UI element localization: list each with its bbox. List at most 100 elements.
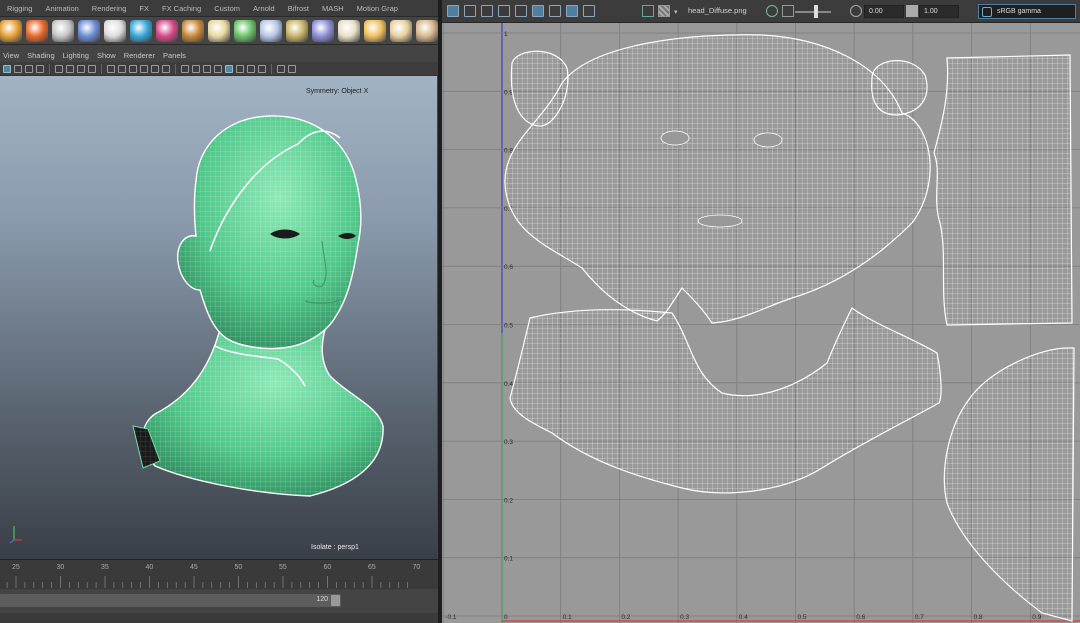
uv-toggle-filter-icon[interactable] — [566, 5, 578, 17]
uv-u-label: 0.8 — [974, 614, 983, 621]
panel-menu-panels[interactable]: Panels — [160, 51, 191, 60]
ambient-occlusion-icon[interactable] — [181, 64, 189, 73]
color-management-icon[interactable] — [766, 5, 778, 17]
range-slider-track[interactable] — [0, 594, 341, 607]
range-end-value: 120 — [316, 596, 328, 603]
exposure-icon[interactable] — [782, 5, 794, 17]
panel-menu-show[interactable]: Show — [94, 51, 121, 60]
range-slider-handle[interactable] — [331, 595, 340, 606]
spot-light-icon[interactable] — [364, 19, 386, 42]
uv-v-label: 0.5 — [504, 323, 513, 330]
exposure-slider-knob[interactable] — [814, 5, 818, 18]
uv-dim-image-icon[interactable] — [515, 5, 527, 17]
shelf-tab-bar: Rigging Animation Rendering FX FX Caching Cus… — [0, 0, 438, 17]
lights-icon[interactable] — [151, 64, 159, 73]
exposure-slider-track[interactable] — [795, 11, 831, 13]
skydome-icon[interactable] — [390, 19, 412, 42]
area-light-icon[interactable] — [416, 19, 438, 42]
uv-checker-icon[interactable] — [481, 5, 493, 17]
smooth-shade-icon[interactable] — [118, 64, 126, 73]
uv-image-icon[interactable] — [498, 5, 510, 17]
shelf-tab[interactable]: MASH — [315, 4, 350, 13]
motion-blur-icon[interactable] — [192, 64, 200, 73]
ik-icon[interactable] — [52, 19, 74, 42]
shelf-tab[interactable]: Rendering — [85, 4, 133, 13]
toolbar-separator — [49, 63, 50, 74]
texture-dropdown-arrow-icon[interactable]: ▾ — [674, 8, 678, 16]
particle-icon[interactable] — [260, 19, 282, 42]
uv-canvas[interactable]: 1 0.9 0.8 0.7 0.6 0.5 0.4 0.3 0.2 0.1 -0.1 0 0.1 0.2 0… — [442, 23, 1080, 623]
image-plane-icon[interactable] — [36, 64, 44, 73]
checker-display-icon[interactable] — [658, 5, 670, 17]
timeline-frame-label: 35 — [101, 564, 109, 571]
camera-attributes-icon[interactable] — [14, 64, 22, 73]
uv-grid-icon[interactable] — [532, 5, 544, 17]
uv-v-label: 1 — [504, 31, 508, 38]
uv-shaded-icon[interactable] — [447, 5, 459, 17]
texture-name[interactable]: head_Diffuse.png — [688, 6, 747, 15]
shelf-tab[interactable]: Custom — [207, 4, 246, 13]
depth-of-field-icon[interactable] — [214, 64, 222, 73]
light-icon[interactable] — [0, 19, 22, 42]
shelf-tab[interactable]: Arnold — [246, 4, 281, 13]
uv-v-label: 0.6 — [504, 264, 513, 271]
resolution-gate-icon[interactable] — [77, 64, 85, 73]
wireframe-on-shaded-icon[interactable] — [129, 64, 137, 73]
shelf-tab[interactable]: Animation — [38, 4, 84, 13]
isolate-camera-label: Isolate : persp1 — [311, 544, 359, 551]
panel-toolbar — [0, 62, 438, 76]
shelf-tab[interactable]: Motion Grap — [350, 4, 404, 13]
view-axis-icon — [9, 526, 22, 544]
gamma-icon[interactable] — [850, 5, 862, 17]
panel-menu-shading[interactable]: Shading — [24, 51, 60, 60]
panel-menu-renderer[interactable]: Renderer — [121, 51, 160, 60]
flower-icon[interactable] — [156, 19, 178, 42]
film-gate-icon[interactable] — [66, 64, 74, 73]
xray-joints-icon[interactable] — [247, 64, 255, 73]
uv-shell-right-cap[interactable] — [871, 60, 928, 116]
fire-icon[interactable] — [26, 19, 48, 42]
time-slider[interactable]: 25 30 35 40 45 50 55 60 65 70 — [0, 559, 438, 589]
wireframe-icon[interactable] — [107, 64, 115, 73]
globe-icon[interactable] — [208, 19, 230, 42]
cone-icon[interactable] — [104, 19, 126, 42]
texture-display-icon[interactable] — [642, 5, 654, 17]
shelf-tab[interactable]: Rigging — [0, 4, 38, 13]
sphere-material-icon[interactable] — [312, 19, 334, 42]
xray-components-icon[interactable] — [258, 64, 266, 73]
textured-icon[interactable] — [140, 64, 148, 73]
uv-pixel-snap-icon[interactable] — [549, 5, 561, 17]
select-camera-icon[interactable] — [3, 64, 11, 73]
color-space-dropdown[interactable]: sRGB gamma — [978, 4, 1076, 19]
perspective-viewport[interactable]: Symmetry: Object X Isolate : persp1 — [0, 76, 437, 559]
shelf-tab[interactable]: FX — [132, 4, 155, 13]
shelf-tab[interactable]: FX Caching — [155, 4, 207, 13]
isolate-select-icon[interactable] — [225, 64, 233, 73]
uv-u-label: 0.9 — [1032, 614, 1041, 621]
gamma-field[interactable]: 1.00 — [919, 5, 959, 18]
rope-icon[interactable] — [286, 19, 308, 42]
timeline-frame-label: 60 — [323, 564, 332, 571]
uv-shell-side[interactable] — [933, 54, 1073, 326]
hair-icon[interactable] — [182, 19, 204, 42]
range-slider[interactable]: 120 — [0, 589, 438, 613]
bookmark-icon[interactable] — [25, 64, 33, 73]
anti-alias-icon[interactable] — [203, 64, 211, 73]
xray-icon[interactable] — [236, 64, 244, 73]
plant-icon[interactable] — [234, 19, 256, 42]
shadows-icon[interactable] — [162, 64, 170, 73]
dome-light-icon[interactable] — [338, 19, 360, 42]
water-icon[interactable] — [130, 19, 152, 42]
uv-camera-icon[interactable] — [583, 5, 595, 17]
panel-menu-view[interactable]: View — [0, 51, 24, 60]
gate-mask-icon[interactable] — [88, 64, 96, 73]
grid-icon[interactable] — [55, 64, 63, 73]
exposure-field[interactable]: 0.00 — [864, 5, 904, 18]
shelf-tab[interactable]: Bifrost — [281, 4, 315, 13]
uv-distortion-icon[interactable] — [464, 5, 476, 17]
panel-menu-lighting[interactable]: Lighting — [60, 51, 94, 60]
head-mesh[interactable] — [0, 76, 437, 559]
sphere-primitive-icon[interactable] — [78, 19, 100, 42]
viewport-settings-icon[interactable] — [288, 64, 296, 73]
gamma-icon[interactable] — [277, 64, 285, 73]
